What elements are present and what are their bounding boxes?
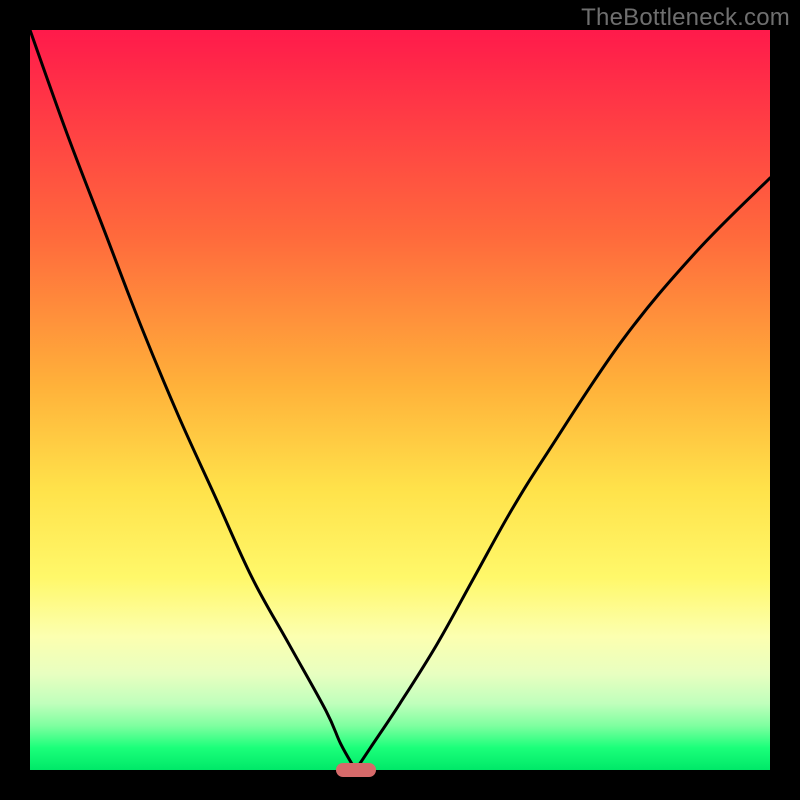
chart-frame: TheBottleneck.com [0,0,800,800]
plot-area [30,30,770,770]
min-marker [336,763,376,777]
watermark-text: TheBottleneck.com [581,4,790,32]
